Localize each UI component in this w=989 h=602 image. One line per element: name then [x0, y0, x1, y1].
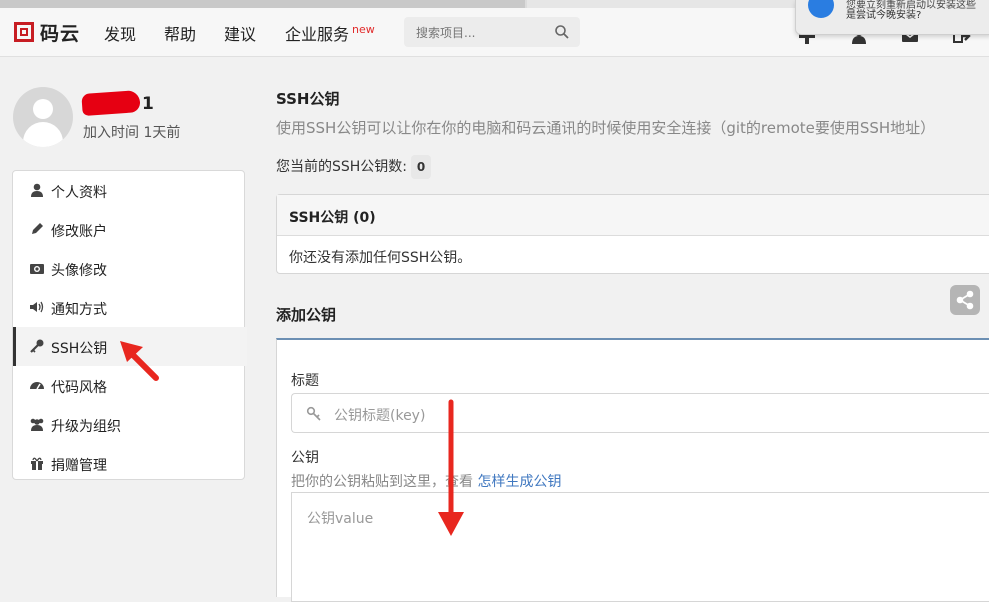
- nav-suggest[interactable]: 建议: [224, 21, 256, 45]
- key-title-input[interactable]: 公钥标题(key): [291, 393, 989, 433]
- public-key-placeholder: 公钥value: [307, 511, 374, 527]
- dashboard-icon: [30, 382, 44, 390]
- search-box: [404, 17, 580, 49]
- search-input[interactable]: [404, 17, 558, 49]
- add-key-title: 添加公钥: [276, 306, 337, 324]
- nav-enterprise-label: 企业服务: [285, 25, 350, 44]
- nav-help[interactable]: 帮助: [164, 21, 196, 45]
- sidebar-item-notification[interactable]: 通知方式: [13, 288, 244, 327]
- sidebar-item-ssh-keys[interactable]: SSH公钥: [13, 327, 247, 366]
- users-icon: [30, 418, 44, 431]
- key-icon: [306, 406, 321, 421]
- public-key-label: 公钥: [291, 450, 319, 466]
- public-key-hint-text: 把你的公钥粘贴到这里，查看: [291, 474, 473, 490]
- sidebar-item-upgrade-org[interactable]: 升级为组织: [13, 405, 244, 444]
- settings-sidebar: 个人资料 修改账户 头像修改 通知方式 SSH公钥 代码风格 升级为组织 捐赠管…: [12, 170, 247, 483]
- ssh-keys-panel: SSH公钥 (0) 你还没有添加任何SSH公钥。: [276, 194, 989, 274]
- key-count-label: 您当前的SSH公钥数:: [276, 159, 408, 175]
- nav-enterprise[interactable]: 企业服务 new: [285, 21, 375, 45]
- sidebar-item-donation[interactable]: 捐赠管理: [13, 444, 244, 483]
- avatar[interactable]: [13, 87, 73, 147]
- sidebar-item-label: 代码风格: [51, 380, 107, 396]
- sidebar-item-account[interactable]: 修改账户: [13, 210, 244, 249]
- sidebar-item-label: 头像修改: [51, 263, 107, 279]
- share-icon: [956, 290, 974, 310]
- volume-icon: [30, 301, 44, 313]
- ssh-keys-panel-header: SSH公钥 (0): [289, 210, 376, 226]
- logo[interactable]: 码云: [14, 18, 80, 46]
- notification-line-2: 是尝试今晚安装?: [846, 10, 922, 21]
- app-store-icon: [808, 0, 834, 18]
- user-icon: [31, 183, 43, 197]
- logo-text: 码云: [40, 22, 81, 45]
- key-count-row: 您当前的SSH公钥数: 0: [276, 155, 432, 179]
- redaction-mark: [81, 90, 141, 116]
- ssh-keys-empty-message: 你还没有添加任何SSH公钥。: [289, 250, 472, 266]
- sidebar-item-avatar[interactable]: 头像修改: [13, 249, 244, 288]
- camera-icon: [30, 264, 44, 274]
- sidebar-item-label: 通知方式: [51, 302, 107, 318]
- gift-icon: [31, 457, 43, 470]
- share-button[interactable]: [950, 285, 980, 315]
- new-badge: new: [352, 23, 375, 36]
- logo-mark-icon: [14, 22, 34, 42]
- page-description: 使用SSH公钥可以让你在你的电脑和码云通讯的时候使用安全连接（git的remot…: [276, 119, 936, 137]
- public-key-textarea[interactable]: 公钥value: [291, 492, 989, 602]
- search-icon[interactable]: [554, 24, 570, 40]
- nav-discover[interactable]: 发现: [104, 21, 136, 45]
- title-label: 标题: [291, 373, 319, 389]
- pencil-icon: [32, 223, 43, 234]
- sidebar-item-profile[interactable]: 个人资料: [13, 171, 244, 210]
- sidebar-item-label: SSH公钥: [51, 341, 108, 357]
- public-key-hint: 把你的公钥粘贴到这里，查看 怎样生成公钥: [291, 471, 561, 491]
- system-update-notification[interactable]: 您要立刻重新启动以安装这些 是尝试今晚安装?: [795, 0, 989, 35]
- sidebar-item-label: 个人资料: [51, 185, 107, 201]
- sidebar-item-label: 升级为组织: [51, 419, 121, 435]
- sidebar-item-label: 修改账户: [51, 224, 107, 240]
- joined-time: 加入时间 1天前: [83, 125, 181, 141]
- sidebar-item-label: 捐赠管理: [51, 458, 107, 474]
- page-title: SSH公钥: [276, 90, 340, 108]
- key-title-placeholder: 公钥标题(key): [334, 408, 426, 424]
- how-to-generate-key-link[interactable]: 怎样生成公钥: [477, 474, 561, 490]
- key-icon: [30, 339, 44, 353]
- sidebar-item-code-style[interactable]: 代码风格: [13, 366, 244, 405]
- key-count-badge: 0: [411, 155, 432, 179]
